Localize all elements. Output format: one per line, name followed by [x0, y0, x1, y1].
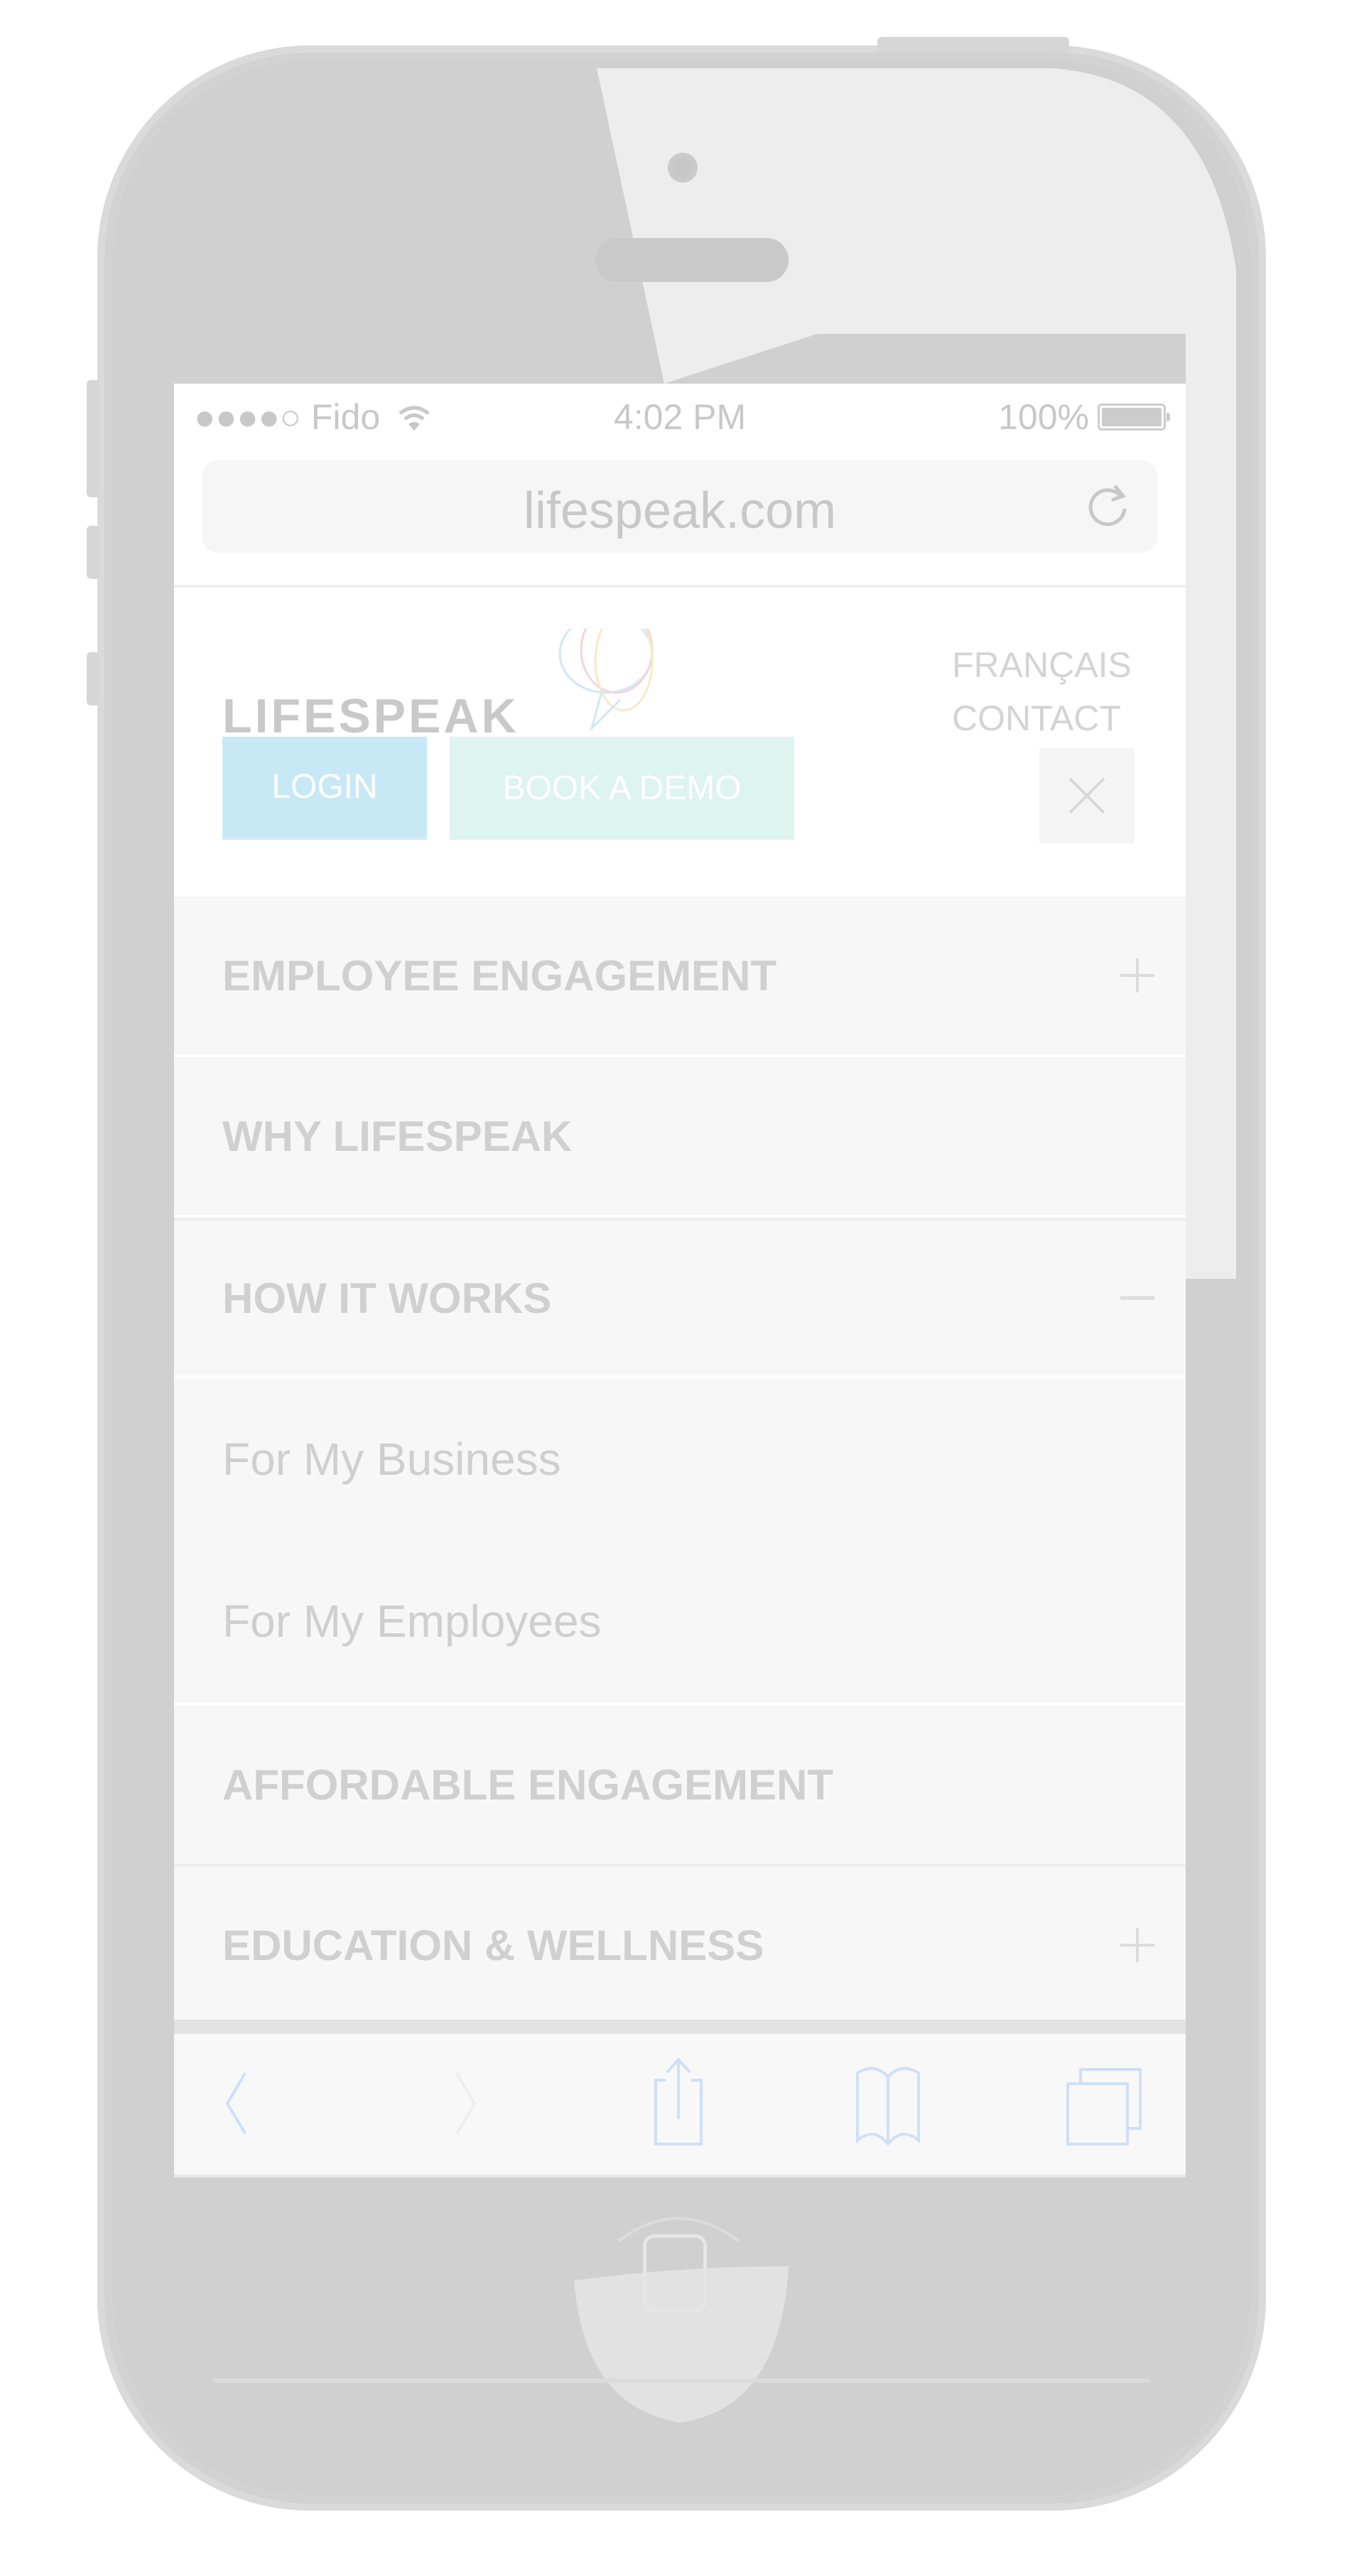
battery-status: 100%: [998, 396, 1170, 438]
menu-item-why-lifespeak[interactable]: WHY LIFESPEAK: [174, 1057, 1186, 1218]
bookmarks-icon[interactable]: [842, 2055, 934, 2148]
mute-switch: [87, 380, 99, 497]
bottom-bezel-line: [213, 2379, 1151, 2383]
close-menu-button[interactable]: [1039, 748, 1135, 843]
menu-item-affordable-engagement[interactable]: AFFORDABLE ENGAGEMENT: [174, 1706, 1186, 1866]
expand-icon[interactable]: [1117, 1866, 1157, 2024]
speech-bubbles-icon: [558, 629, 654, 732]
forward-icon[interactable]: [444, 2055, 487, 2148]
volume-up-button: [87, 526, 99, 579]
contact-link[interactable]: CONTACT: [952, 698, 1121, 739]
earpiece-speaker: [595, 238, 789, 282]
logo-text: LIFESPEAK: [222, 689, 519, 743]
language-link[interactable]: FRANÇAIS: [952, 644, 1132, 686]
volume-down-button: [87, 652, 99, 705]
nav-menu: EMPLOYEE ENGAGEMENT WHY LIFESPEAK HOW IT…: [174, 897, 1186, 2027]
submenu-how-it-works: For My Business For My Employees: [174, 1378, 1186, 1706]
url-text: lifespeak.com: [523, 482, 837, 539]
book-demo-button[interactable]: BOOK A DEMO: [450, 737, 794, 840]
power-button: [877, 37, 1069, 53]
reload-icon[interactable]: [1083, 480, 1133, 530]
home-button[interactable]: [643, 2234, 707, 2312]
menu-item-employee-engagement[interactable]: EMPLOYEE ENGAGEMENT: [174, 897, 1186, 1057]
site-header: LIFESPEAK FRANÇAIS CONTACT LOGIN BOOK A …: [174, 588, 1186, 897]
submenu-item-for-my-business[interactable]: For My Business: [174, 1378, 1186, 1540]
submenu-item-for-my-employees[interactable]: For My Employees: [174, 1540, 1186, 1702]
login-button[interactable]: LOGIN: [222, 737, 427, 840]
menu-item-education-wellness[interactable]: EDUCATION & WELLNESS: [174, 1866, 1186, 2027]
browser-toolbar: [174, 2034, 1186, 2177]
menu-item-how-it-works[interactable]: HOW IT WORKS: [174, 1218, 1186, 1378]
front-camera: [668, 153, 698, 183]
status-bar: ●●●●○ Fido 4:02 PM 100%: [174, 384, 1186, 448]
lifespeak-logo[interactable]: LIFESPEAK: [222, 629, 663, 751]
expand-icon[interactable]: [1117, 897, 1157, 1054]
share-icon[interactable]: [643, 2055, 714, 2148]
back-icon[interactable]: [217, 2055, 259, 2148]
battery-icon: [1098, 404, 1170, 431]
phone-screen: ●●●●○ Fido 4:02 PM 100% lifespeak.com LI…: [174, 384, 1186, 2177]
address-bar[interactable]: lifespeak.com: [202, 460, 1157, 553]
toolbar-separator: [174, 2020, 1186, 2034]
tabs-icon[interactable]: [1055, 2055, 1147, 2148]
collapse-icon[interactable]: [1117, 1221, 1157, 1375]
close-icon: [1068, 777, 1105, 814]
